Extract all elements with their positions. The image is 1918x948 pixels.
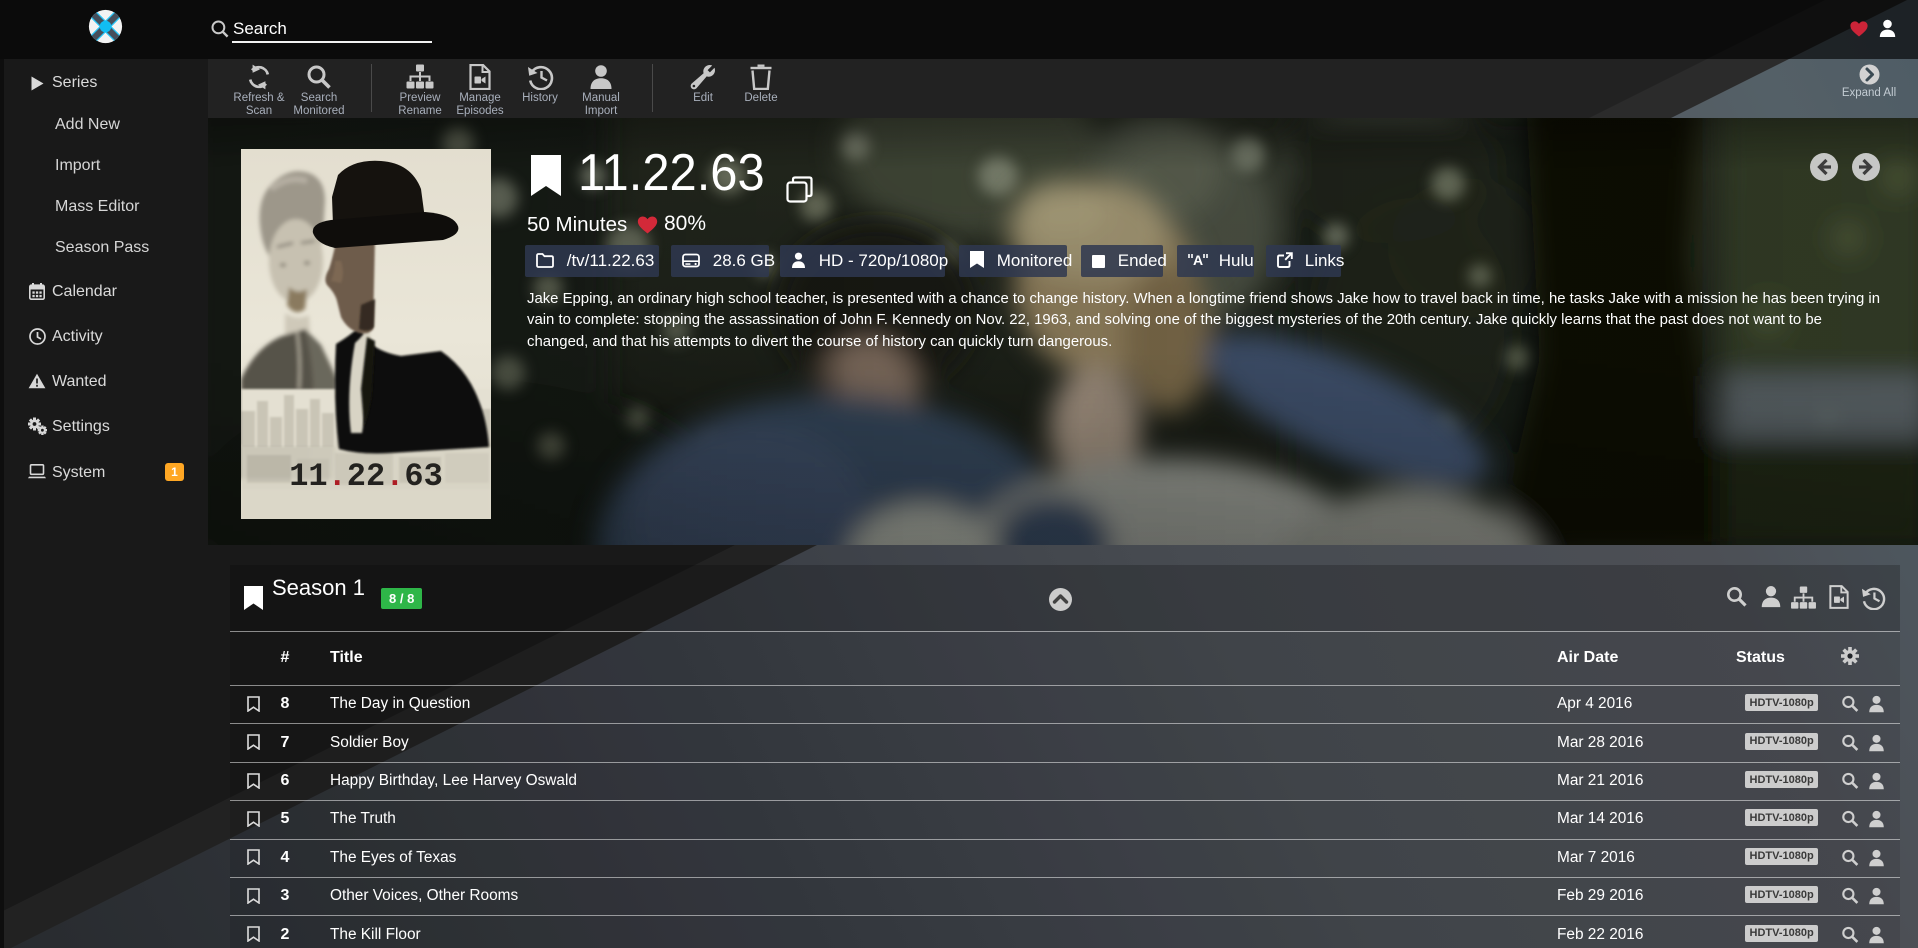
svg-text:11.22.63: 11.22.63 [289, 458, 443, 495]
svg-text:A: A [1193, 252, 1203, 268]
